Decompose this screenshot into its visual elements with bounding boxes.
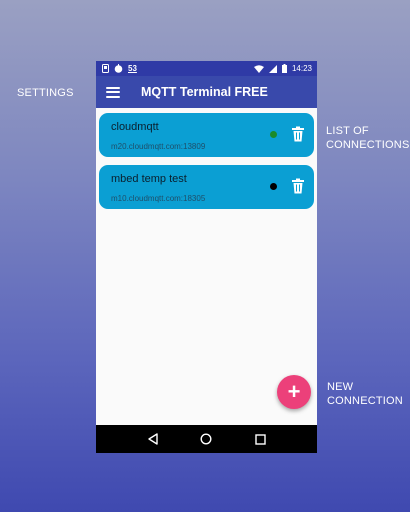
connection-name: cloudmqtt: [111, 121, 159, 133]
connection-name: mbed temp test: [111, 173, 187, 185]
callout-new-line1: NEW: [327, 381, 354, 393]
wifi-icon: [253, 64, 264, 73]
callout-settings-label: SETTINGS: [17, 87, 74, 99]
add-connection-button[interactable]: +: [277, 375, 311, 409]
signal-icon: [268, 64, 277, 73]
callout-settings: SETTINGS: [17, 86, 74, 100]
callout-list-of-connections: LIST OF CONNECTIONS: [326, 124, 409, 152]
app-title: MQTT Terminal FREE: [141, 85, 268, 99]
plus-icon: +: [287, 379, 301, 404]
notification-icon: 53: [128, 64, 137, 73]
navigation-bar: [96, 425, 317, 453]
callout-list-line2: CONNECTIONS: [326, 139, 410, 151]
connection-status-dot: [270, 131, 277, 138]
connection-status-dot: [270, 183, 277, 190]
phone-screen: 53 14:23 MQTT Terminal FREE cloudmqtt m2…: [96, 61, 317, 453]
status-time: 14:23: [291, 64, 312, 73]
connection-host: m10.cloudmqtt.com:18305: [111, 194, 206, 203]
battery-icon: [281, 64, 287, 73]
notification-text: 53: [128, 64, 137, 73]
android-icon: [114, 64, 123, 73]
callout-new-line2: CONNECTION: [327, 395, 403, 407]
recents-icon[interactable]: [253, 432, 267, 446]
connection-card[interactable]: cloudmqtt m20.cloudmqtt.com:13809: [99, 113, 314, 157]
sim-icon: [102, 64, 109, 73]
home-icon[interactable]: [199, 432, 213, 446]
callout-list-line1: LIST OF: [326, 125, 369, 137]
status-bar: 53 14:23: [96, 61, 317, 76]
back-icon[interactable]: [146, 432, 160, 446]
connection-host: m20.cloudmqtt.com:13809: [111, 142, 206, 151]
trash-icon[interactable]: [291, 126, 305, 142]
app-bar: MQTT Terminal FREE: [96, 76, 317, 108]
callout-new-connection: NEW CONNECTION: [327, 380, 403, 408]
connection-card[interactable]: mbed temp test m10.cloudmqtt.com:18305: [99, 165, 314, 209]
trash-icon[interactable]: [291, 178, 305, 194]
hamburger-menu-icon[interactable]: [106, 86, 120, 98]
connection-list: cloudmqtt m20.cloudmqtt.com:13809 mbed t…: [96, 108, 317, 209]
